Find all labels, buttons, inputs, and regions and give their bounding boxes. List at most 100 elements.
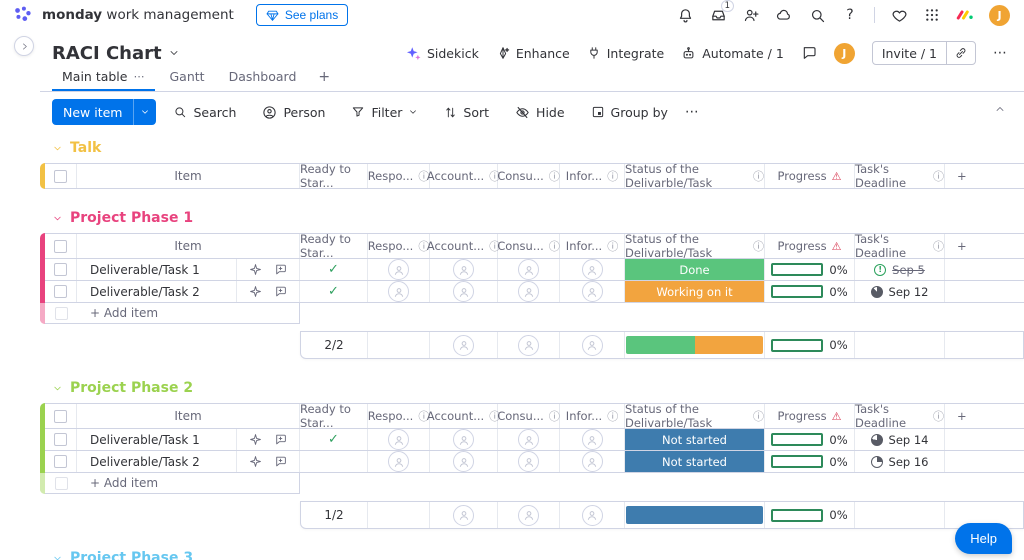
- item-name[interactable]: Deliverable/Task 2: [77, 455, 236, 469]
- row-checkbox[interactable]: [54, 433, 67, 446]
- column-item[interactable]: Item: [77, 239, 299, 253]
- column-status[interactable]: Status of the Delivarble/Taskⓘ: [625, 234, 765, 258]
- assignee-avatar-placeholder[interactable]: [518, 429, 539, 450]
- sidekick-button[interactable]: Sidekick: [406, 46, 479, 61]
- add-column-button[interactable]: +: [945, 234, 1024, 258]
- group-by-button[interactable]: Group by: [582, 101, 677, 124]
- column-status[interactable]: Status of the Delivarble/Taskⓘ: [625, 164, 765, 188]
- assignee-avatar-placeholder[interactable]: [388, 451, 409, 472]
- add-update-icon[interactable]: [274, 455, 287, 468]
- search-icon[interactable]: [808, 6, 826, 24]
- toolbar-more-menu[interactable]: ⋯: [685, 104, 700, 120]
- status-badge[interactable]: Not started: [625, 451, 764, 472]
- column-item[interactable]: Item: [77, 409, 299, 423]
- deadline-cell[interactable]: Sep 14: [855, 429, 945, 450]
- board-member-avatar[interactable]: J: [834, 43, 855, 64]
- deadline-cell[interactable]: Sep 16: [855, 451, 945, 472]
- assignee-avatar-placeholder[interactable]: [582, 281, 603, 302]
- deadline-cell[interactable]: ! Sep 5: [855, 259, 945, 280]
- tab-dashboard[interactable]: Dashboard: [219, 69, 307, 91]
- sort-button[interactable]: Sort: [435, 101, 498, 124]
- search-button[interactable]: Search: [164, 101, 245, 124]
- help-icon[interactable]: ?: [841, 6, 859, 24]
- column-responsible[interactable]: Respo...ⓘ: [368, 234, 430, 258]
- status-summary[interactable]: [625, 332, 765, 358]
- group-phase-3-title[interactable]: Project Phase 3: [52, 550, 1024, 560]
- add-item-button[interactable]: + Add item: [77, 306, 158, 320]
- column-accountable[interactable]: Account...ⓘ: [430, 404, 498, 428]
- column-item[interactable]: Item: [77, 169, 299, 183]
- assignee-avatar-placeholder[interactable]: [388, 429, 409, 450]
- assignee-avatar-placeholder[interactable]: [518, 259, 539, 280]
- expand-sidebar-button[interactable]: [14, 36, 34, 56]
- add-item-button[interactable]: + Add item: [77, 476, 158, 490]
- ai-sparkle-icon[interactable]: [249, 433, 262, 446]
- whats-new-heart-icon[interactable]: [890, 6, 908, 24]
- automate-button[interactable]: Automate / 1: [681, 46, 784, 61]
- add-item-row[interactable]: + Add item: [45, 473, 300, 494]
- new-item-dropdown[interactable]: [133, 99, 156, 125]
- deadline-cell[interactable]: Sep 12: [855, 281, 945, 302]
- collapse-toolbar-icon[interactable]: [994, 103, 1006, 115]
- ready-check-icon[interactable]: ✓: [328, 432, 339, 447]
- add-column-button[interactable]: +: [945, 164, 1024, 188]
- notifications-bell-icon[interactable]: [676, 6, 694, 24]
- ai-sparkle-icon[interactable]: [249, 285, 262, 298]
- tab-main-table[interactable]: Main table ⋯: [52, 69, 155, 91]
- ai-sparkle-icon[interactable]: [249, 455, 262, 468]
- column-ready[interactable]: Ready to Star...: [300, 164, 368, 188]
- enhance-button[interactable]: Enhance: [496, 46, 570, 61]
- item-name[interactable]: Deliverable/Task 2: [77, 285, 236, 299]
- row-checkbox[interactable]: [54, 285, 67, 298]
- column-accountable[interactable]: Account...ⓘ: [430, 234, 498, 258]
- assignee-avatar-placeholder[interactable]: [453, 281, 474, 302]
- column-progress[interactable]: Progress⚠: [765, 164, 855, 188]
- column-progress[interactable]: Progress⚠: [765, 404, 855, 428]
- ready-check-icon[interactable]: ✓: [328, 262, 339, 277]
- column-consulted[interactable]: Consu...ⓘ: [498, 404, 560, 428]
- column-consulted[interactable]: Consu...ⓘ: [498, 164, 560, 188]
- column-progress[interactable]: Progress⚠: [765, 234, 855, 258]
- column-ready[interactable]: Ready to Star...: [300, 234, 368, 258]
- see-plans-button[interactable]: See plans: [256, 4, 348, 26]
- column-accountable[interactable]: Account...ⓘ: [430, 164, 498, 188]
- monday-product-logo-icon[interactable]: [956, 6, 974, 24]
- item-name[interactable]: Deliverable/Task 1: [77, 433, 236, 447]
- product-switcher-icon[interactable]: [923, 6, 941, 24]
- group-talk-title[interactable]: Talk: [52, 140, 1024, 156]
- board-chat-icon[interactable]: [801, 45, 817, 61]
- marketplace-icon[interactable]: [775, 6, 793, 24]
- item-name[interactable]: Deliverable/Task 1: [77, 263, 236, 277]
- status-summary[interactable]: [625, 502, 765, 528]
- add-update-icon[interactable]: [274, 285, 287, 298]
- select-all-checkbox[interactable]: [54, 240, 67, 253]
- column-ready[interactable]: Ready to Star...: [300, 404, 368, 428]
- invite-members-icon[interactable]: [742, 6, 760, 24]
- inbox-icon[interactable]: 1: [709, 6, 727, 24]
- column-deadline[interactable]: Task's Deadlineⓘ: [855, 234, 945, 258]
- column-responsible[interactable]: Respo...ⓘ: [368, 164, 430, 188]
- status-badge[interactable]: Not started: [625, 429, 764, 450]
- user-avatar[interactable]: J: [989, 5, 1010, 26]
- assignee-avatar-placeholder[interactable]: [388, 259, 409, 280]
- add-item-row[interactable]: + Add item: [45, 303, 300, 324]
- board-options-menu[interactable]: ⋯: [993, 45, 1008, 61]
- add-update-icon[interactable]: [274, 263, 287, 276]
- assignee-avatar-placeholder[interactable]: [582, 451, 603, 472]
- column-status[interactable]: Status of the Delivarble/Taskⓘ: [625, 404, 765, 428]
- invite-button[interactable]: Invite / 1: [873, 46, 946, 61]
- board-title-menu[interactable]: RACI Chart: [52, 43, 180, 64]
- status-badge[interactable]: Done: [625, 259, 764, 280]
- row-checkbox[interactable]: [54, 263, 67, 276]
- assignee-avatar-placeholder[interactable]: [582, 259, 603, 280]
- tab-options-icon[interactable]: ⋯: [133, 70, 145, 83]
- assignee-avatar-placeholder[interactable]: [453, 451, 474, 472]
- help-button[interactable]: Help: [955, 523, 1012, 554]
- ai-sparkle-icon[interactable]: [249, 263, 262, 276]
- select-all-checkbox[interactable]: [54, 410, 67, 423]
- column-informed[interactable]: Infor...ⓘ: [560, 234, 625, 258]
- row-checkbox[interactable]: [54, 455, 67, 468]
- column-consulted[interactable]: Consu...ⓘ: [498, 234, 560, 258]
- assignee-avatar-placeholder[interactable]: [518, 451, 539, 472]
- status-badge[interactable]: Working on it: [625, 281, 764, 302]
